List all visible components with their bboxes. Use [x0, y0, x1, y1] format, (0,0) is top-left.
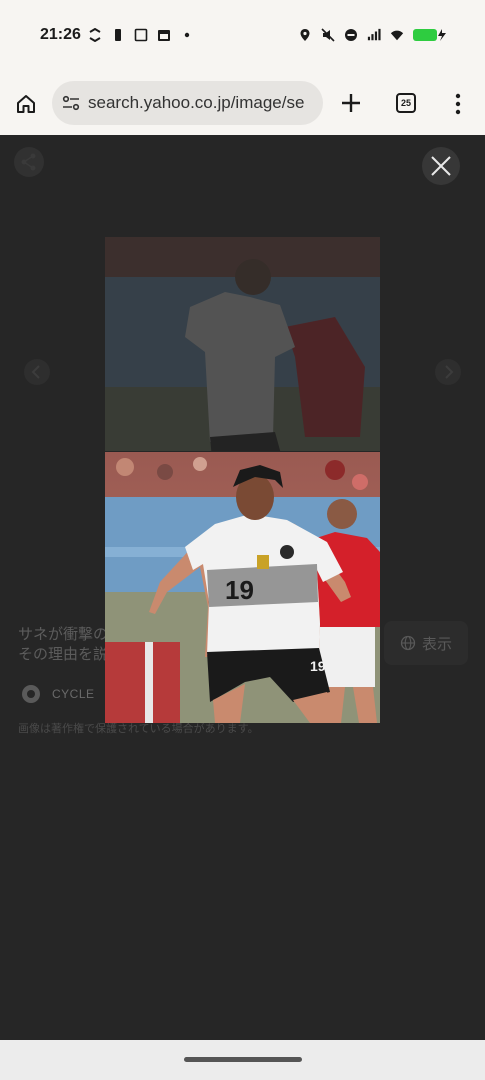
caption-line-1: サネが衝撃の: [18, 626, 108, 643]
wifi-icon: [390, 30, 404, 41]
view-button[interactable]: 表示: [384, 621, 468, 665]
chevron-left-icon: [31, 365, 40, 379]
site-settings-icon[interactable]: [61, 94, 81, 112]
photo-ghost: [105, 237, 380, 451]
tab-count: 25: [400, 98, 411, 108]
jersey-number: 19: [225, 575, 254, 605]
close-button[interactable]: [422, 147, 460, 185]
dnd-icon: [345, 29, 357, 41]
browser-toolbar: search.yahoo.co.jp/image/se 25: [0, 72, 485, 135]
share-button[interactable]: [14, 147, 44, 177]
caption-line-2: その理由を説: [18, 646, 108, 663]
calendar-icon: [158, 30, 170, 41]
more-vert-icon[interactable]: [450, 92, 466, 116]
address-bar[interactable]: search.yahoo.co.jp/image/se: [52, 81, 323, 125]
next-button[interactable]: [435, 359, 461, 385]
status-time: 21:26: [40, 26, 81, 43]
url-text[interactable]: search.yahoo.co.jp/image/se: [88, 93, 304, 113]
globe-icon: [400, 635, 416, 651]
previous-button[interactable]: [24, 359, 50, 385]
source-row[interactable]: CYCLE: [22, 685, 95, 703]
image-caption: サネが衝撃の その理由を説: [18, 625, 108, 665]
mute-icon: [321, 28, 335, 42]
location-icon: [300, 29, 310, 41]
plus-icon[interactable]: [339, 91, 363, 115]
status-bar: 21:26: [0, 0, 485, 72]
source-name: CYCLE: [52, 687, 95, 701]
screen-icon: [134, 28, 148, 42]
signal-icon: [367, 28, 381, 41]
view-button-label: 表示: [421, 635, 452, 653]
status-left-icons: [88, 28, 194, 42]
battery-saver-icon: [115, 29, 121, 41]
home-icon[interactable]: [14, 92, 38, 116]
shorts-number: 19: [310, 658, 326, 674]
tab-switcher-icon[interactable]: 25: [396, 93, 416, 113]
chevron-right-icon: [445, 365, 454, 379]
data-saver-icon: [89, 28, 101, 42]
status-right-icons: [298, 28, 447, 42]
dot-icon: [184, 32, 190, 38]
battery-charging-icon: [413, 29, 446, 41]
image-viewer: サネが衝撃の その理由を説 CYCLE 画像は著作権で保護されている場合がありま…: [0, 135, 485, 1040]
source-logo-icon: [22, 685, 40, 703]
gesture-handle[interactable]: [184, 1057, 302, 1062]
system-nav-bar: [0, 1040, 485, 1080]
photo-main[interactable]: 19 19: [105, 452, 380, 723]
close-icon: [431, 156, 451, 176]
share-icon: [21, 153, 36, 171]
